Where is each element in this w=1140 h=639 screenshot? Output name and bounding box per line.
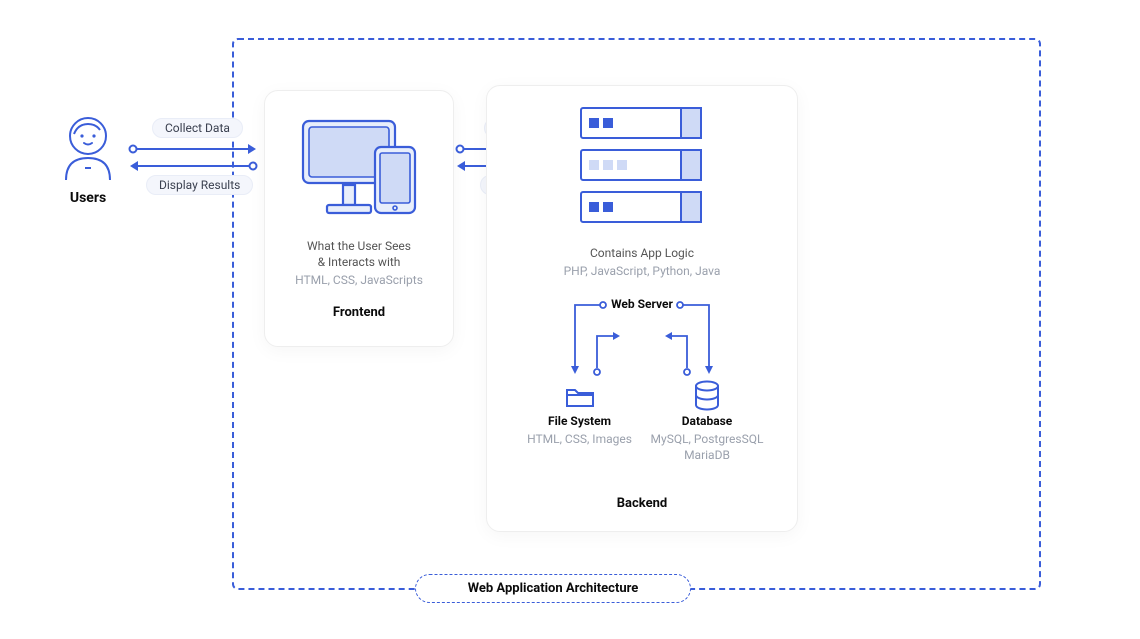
arrow-collect-data <box>128 143 258 155</box>
diagram-title-pill: Web Application Architecture <box>415 574 691 603</box>
backend-title: Backend <box>487 496 797 511</box>
folder-icon <box>565 384 595 408</box>
label-collect-data: Collect Data <box>152 118 243 138</box>
webserver-connectors <box>517 296 767 386</box>
file-system-tech: HTML, CSS, Images <box>512 432 647 446</box>
devices-icon <box>299 117 419 221</box>
frontend-desc-1: What the User Sees <box>265 239 453 253</box>
file-system-title: File System <box>512 414 647 428</box>
diagram-canvas: Web Application Architecture Users Colle… <box>0 0 1140 639</box>
arrow-display-results <box>128 160 258 172</box>
server-stack-icon <box>579 106 703 226</box>
user-icon <box>58 112 118 184</box>
diagram-title: Web Application Architecture <box>468 581 639 596</box>
frontend-desc-2: & Interacts with <box>265 255 453 269</box>
database-title: Database <box>647 414 767 428</box>
database-tech-1: MySQL, PostgresSQL <box>647 432 767 446</box>
database-tech-2: MariaDB <box>647 448 767 462</box>
backend-card: Contains App Logic PHP, JavaScript, Pyth… <box>486 85 798 532</box>
database-icon <box>694 381 720 411</box>
frontend-tech: HTML, CSS, JavaScripts <box>265 273 453 287</box>
label-display-results: Display Results <box>146 175 253 195</box>
frontend-card: What the User Sees & Interacts with HTML… <box>264 90 454 347</box>
backend-logic-desc: Contains App Logic <box>487 246 797 260</box>
users-label: Users <box>48 190 128 206</box>
frontend-title: Frontend <box>265 305 453 320</box>
backend-logic-tech: PHP, JavaScript, Python, Java <box>487 264 797 278</box>
